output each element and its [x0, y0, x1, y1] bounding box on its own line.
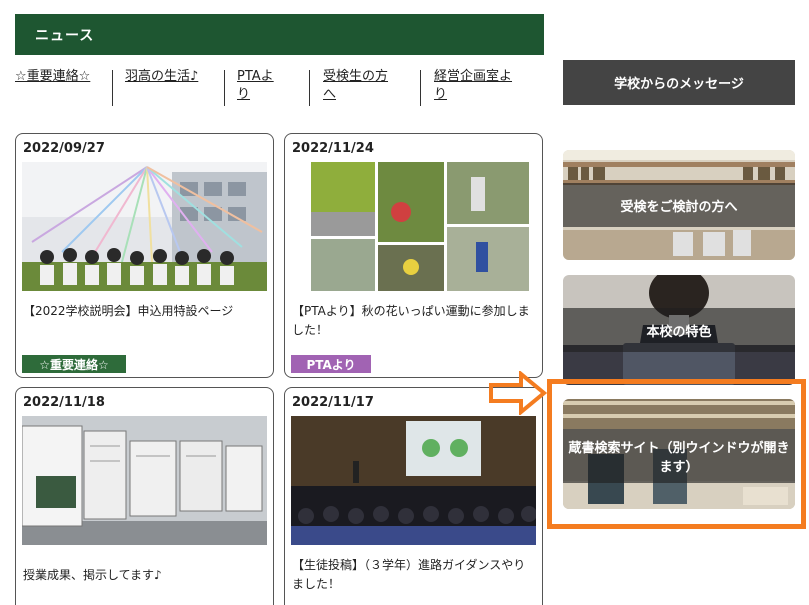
news-category-tabs: ☆重要連絡☆ 羽高の生活♪ PTAより 受検生の方へ 経営企画室より — [15, 68, 544, 106]
tab-school-life[interactable]: 羽高の生活♪ — [125, 68, 205, 86]
banner-applicants-label: 受検をご検討の方へ — [563, 183, 795, 227]
card-title: 【PTAより】秋の花いっぱい運動に参加しました！ — [292, 304, 530, 337]
card-date: 2022/11/18 — [23, 395, 105, 410]
card-image-ribbons — [22, 162, 267, 291]
banner-features[interactable]: 本校の特色 — [563, 275, 795, 385]
card-tag-important: ☆重要連絡☆ — [22, 355, 126, 373]
card-title: 【2022学校説明会】申込用特設ページ — [23, 304, 234, 318]
tab-admin-office[interactable]: 経営企画室より — [434, 68, 520, 104]
news-card[interactable]: 2022/11/18 授業成果、掲示してます♪ — [15, 387, 274, 605]
school-message-button[interactable]: 学校からのメッセージ — [563, 60, 795, 105]
tab-separator — [112, 70, 113, 106]
card-tag-pta: PTAより — [291, 355, 371, 373]
news-card[interactable]: 2022/09/27 【2022学校説明会】申込用特設ページ ☆重要連絡☆ — [15, 133, 274, 378]
banner-applicants[interactable]: 受検をご検討の方へ — [563, 150, 795, 260]
card-title: 授業成果、掲示してます♪ — [23, 568, 162, 582]
arrow-right-icon — [489, 371, 547, 415]
news-card[interactable]: 2022/11/17 【生徒投稿】（３学年）進路ガイダンスやりました！ — [284, 387, 543, 605]
school-message-label: 学校からのメッセージ — [614, 77, 744, 92]
card-date: 2022/11/24 — [292, 141, 374, 156]
banner-book-search[interactable]: 蔵書検索サイト（別ウインドウが開きます） — [563, 399, 795, 509]
tab-separator — [309, 70, 310, 106]
tab-important[interactable]: ☆重要連絡☆ — [15, 68, 93, 86]
card-image-flower-collage — [291, 162, 536, 291]
card-title: 【生徒投稿】（３学年）進路ガイダンスやりました！ — [292, 558, 526, 591]
card-image-auditorium — [291, 416, 536, 545]
tab-applicants[interactable]: 受検生の方へ — [323, 68, 393, 104]
banner-features-label: 本校の特色 — [563, 308, 795, 352]
banner-book-search-label: 蔵書検索サイト（別ウインドウが開きます） — [563, 429, 795, 483]
card-date: 2022/09/27 — [23, 141, 105, 156]
card-image-poster-boards — [22, 416, 267, 545]
news-title: ニュース — [35, 27, 95, 44]
news-card[interactable]: 2022/11/24 【PTAより】秋の花いっぱい運動に参加しました！ PTAよ… — [284, 133, 543, 378]
tab-separator — [224, 70, 225, 106]
tab-separator — [420, 70, 421, 106]
news-header: ニュース — [15, 14, 544, 55]
tab-pta[interactable]: PTAより — [237, 68, 281, 104]
card-date: 2022/11/17 — [292, 395, 374, 410]
